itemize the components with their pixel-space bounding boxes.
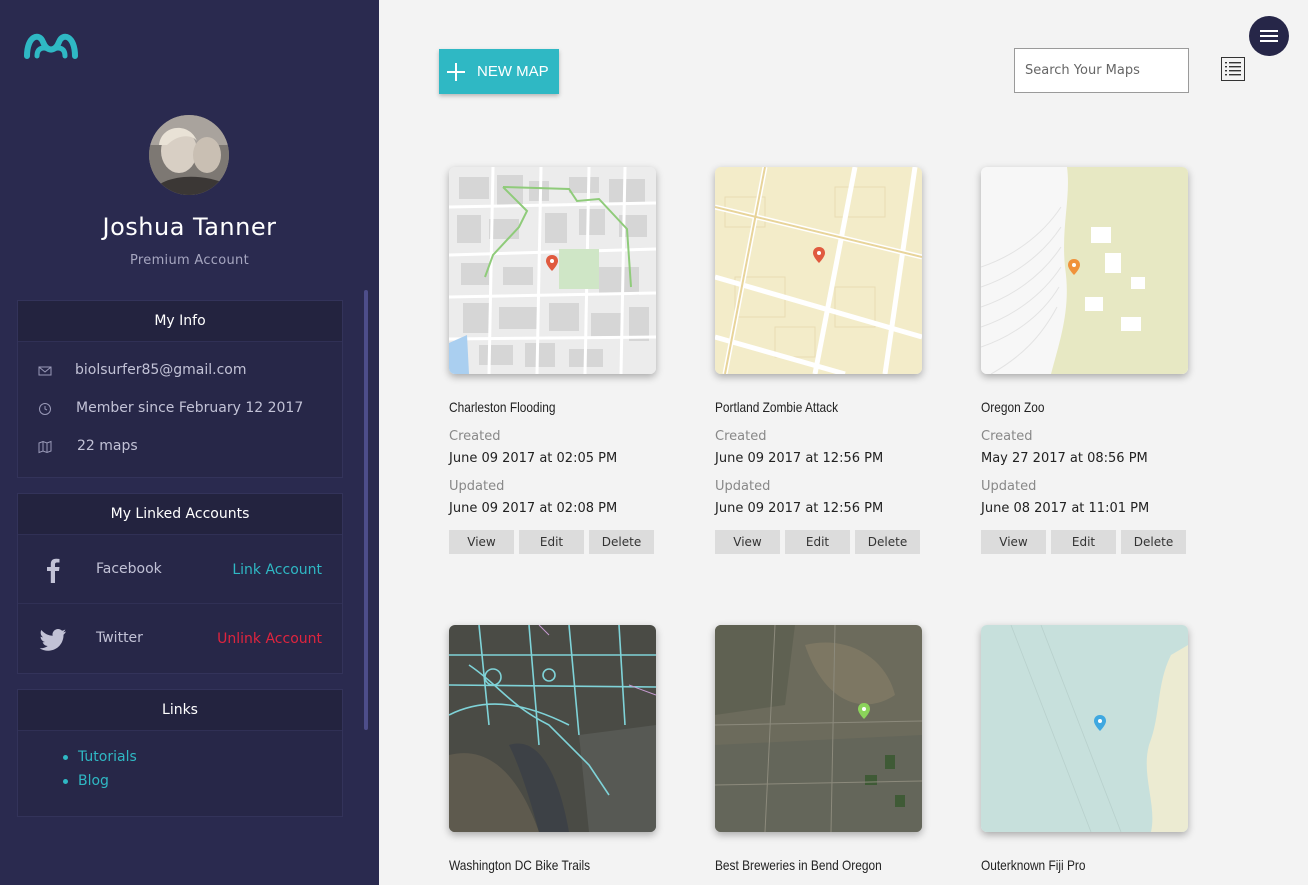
plus-icon [447,62,465,81]
my-info-heading: My Info [18,301,342,342]
created-label: Created [715,429,767,444]
member-since-row: Member since February 12 2017 [18,390,342,428]
delete-button[interactable]: Delete [1121,530,1186,554]
twitter-row: Twitter Unlink Account [18,604,342,673]
map-card: Charleston Flooding Created June 09 2017… [449,167,657,554]
facebook-row: Facebook Link Account [18,535,342,604]
twitter-icon [39,629,66,651]
twitter-label: Twitter [96,630,143,646]
links-heading: Links [18,690,342,731]
avatar [149,115,229,195]
links-panel: Links Tutorials Blog [17,689,343,817]
created-label: Created [449,429,501,444]
unlink-twitter-link[interactable]: Unlink Account [217,631,322,647]
hamburger-icon [1260,30,1278,32]
map-title[interactable]: Charleston Flooding [449,399,556,415]
user-name: Joshua Tanner [102,213,277,241]
updated-label: Updated [981,479,1037,494]
map-thumbnail[interactable] [449,625,656,832]
view-button[interactable]: View [715,530,780,554]
card-actions: View Edit Delete [715,530,920,554]
member-since-text: Member since February 12 2017 [76,400,304,416]
new-map-button[interactable]: NEW MAP [439,49,559,94]
list-view-icon[interactable] [1221,57,1245,81]
tutorials-link[interactable]: Tutorials [63,745,342,769]
map-title[interactable]: Washington DC Bike Trails [449,857,590,873]
updated-date: June 09 2017 at 02:08 PM [449,501,618,516]
map-thumbnail[interactable] [715,167,922,374]
map-title[interactable]: Outerknown Fiji Pro [981,857,1085,873]
email-row: biolsurfer85@gmail.com [18,352,342,390]
view-button[interactable]: View [449,530,514,554]
card-actions: View Edit Delete [449,530,654,554]
account-tier: Premium Account [130,253,249,268]
delete-button[interactable]: Delete [855,530,920,554]
created-date: May 27 2017 at 08:56 PM [981,451,1148,466]
map-count-text: 22 maps [77,438,138,454]
map-thumbnail[interactable] [715,625,922,832]
updated-date: June 08 2017 at 11:01 PM [981,501,1150,516]
map-card: Outerknown Fiji Pro [981,625,1189,873]
map-title[interactable]: Oregon Zoo [981,399,1045,415]
email-text: biolsurfer85@gmail.com [75,362,247,378]
map-card: Best Breweries in Bend Oregon [715,625,923,873]
map-thumbnail[interactable] [981,167,1188,374]
facebook-icon [47,558,60,583]
clock-icon [39,403,51,415]
map-card: Oregon Zoo Created May 27 2017 at 08:56 … [981,167,1189,554]
updated-date: June 09 2017 at 12:56 PM [715,501,884,516]
blog-link[interactable]: Blog [63,769,342,793]
my-info-panel: My Info biolsurfer85@gmail.com Member si… [17,300,343,478]
map-thumbnail[interactable] [449,167,656,374]
view-button[interactable]: View [981,530,1046,554]
search-input[interactable] [1014,48,1189,93]
facebook-label: Facebook [96,561,162,577]
delete-button[interactable]: Delete [589,530,654,554]
updated-label: Updated [449,479,505,494]
map-icon [38,440,52,454]
envelope-icon [38,366,52,376]
linked-accounts-heading: My Linked Accounts [18,494,342,535]
map-title[interactable]: Best Breweries in Bend Oregon [715,857,882,873]
map-thumbnail[interactable] [981,625,1188,832]
map-card: Portland Zombie Attack Created June 09 2… [715,167,923,554]
map-title[interactable]: Portland Zombie Attack [715,399,838,415]
created-label: Created [981,429,1033,444]
link-facebook-link[interactable]: Link Account [232,562,322,578]
edit-button[interactable]: Edit [519,530,584,554]
map-card: Washington DC Bike Trails [449,625,657,873]
sidebar-scrollbar[interactable] [364,290,368,730]
created-date: June 09 2017 at 12:56 PM [715,451,884,466]
card-actions: View Edit Delete [981,530,1186,554]
linked-accounts-panel: My Linked Accounts Facebook Link Account… [17,493,343,674]
hamburger-menu-button[interactable] [1249,16,1289,56]
edit-button[interactable]: Edit [1051,530,1116,554]
created-date: June 09 2017 at 02:05 PM [449,451,618,466]
edit-button[interactable]: Edit [785,530,850,554]
sidebar: Joshua Tanner Premium Account My Info bi… [0,0,379,885]
links-list: Tutorials Blog [18,731,342,811]
brand-logo[interactable] [23,28,79,60]
updated-label: Updated [715,479,771,494]
map-count-row: 22 maps [18,428,342,466]
new-map-label: NEW MAP [477,63,549,80]
